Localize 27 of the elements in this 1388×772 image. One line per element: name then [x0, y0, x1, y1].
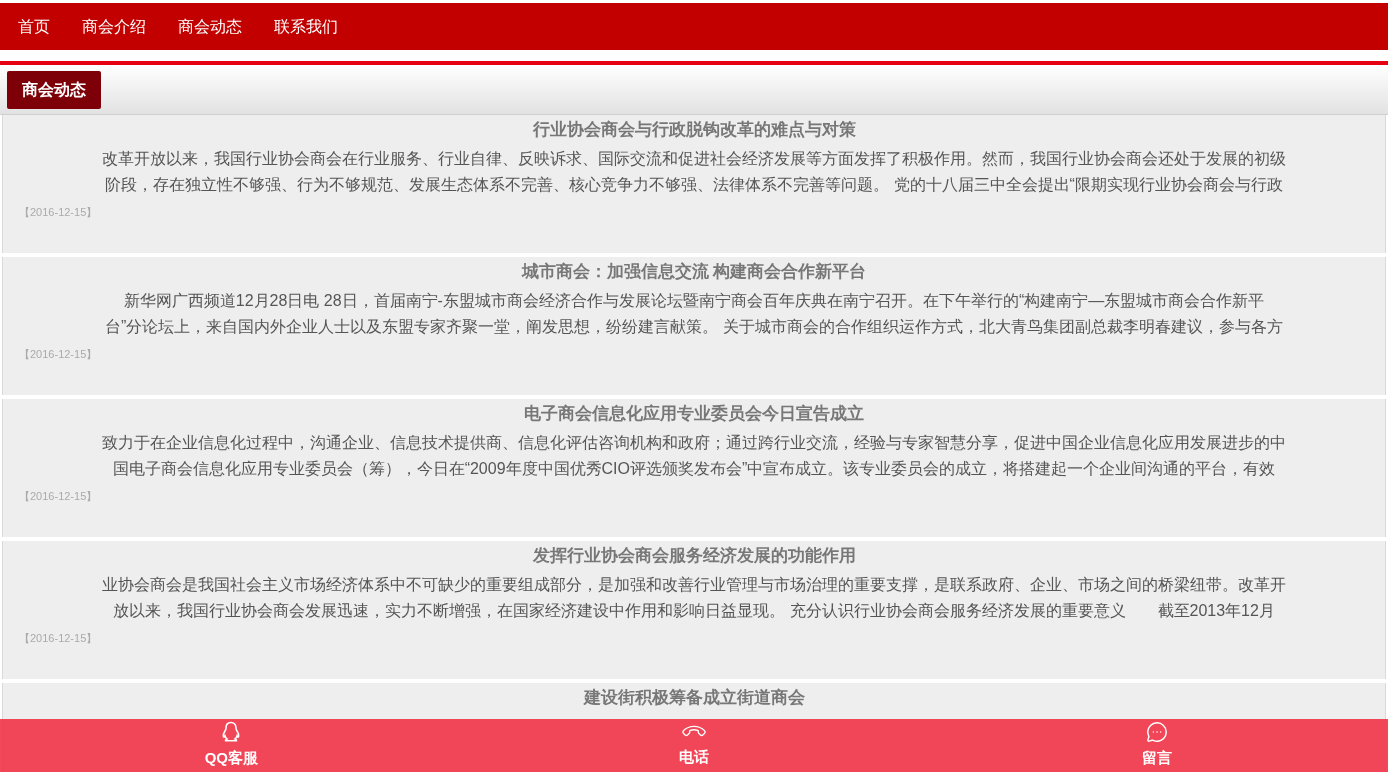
article-text: 改革开放以来，我国行业协会商会在行业服务、行业自律、反映诉求、国际交流和促进社会经济发展等方面发挥了积极作用。然而，我国行业协会商会还处于发展的初级	[101, 149, 1287, 169]
nav-link[interactable]: 首页	[18, 14, 50, 39]
nav-link[interactable]: 商会介绍	[82, 14, 146, 39]
article-text: 台”分论坛上，来自国内外企业人士以及东盟专家齐聚一堂，阐发思想，纷纷建言献策。 关于城市商会的合作组织运作方式，北大青鸟集团副总裁李明春建议，参与各方	[104, 317, 1284, 337]
article-date: 【2016-12-15】	[19, 631, 99, 646]
article-date: 【2016-12-15】	[19, 347, 99, 362]
section-title: 商会动态	[7, 70, 101, 109]
contact-button[interactable]: QQ客服	[0, 719, 463, 772]
article-title[interactable]: 行业协会商会与行政脱钩改革的难点与对策	[19, 118, 1369, 142]
article-text: 国电子商会信息化应用专业委员会（筹），今日在“2009年度中国优秀CIO评选颁奖发布会”中宣布成立。该专业委员会的成立，将搭建起一个企业间沟通的平台，有效	[111, 459, 1277, 479]
contact-button[interactable]: 电话	[462, 719, 926, 772]
article-text: 放以来，我国行业协会商会发展迅速，实力不断增强，在国家经济建设中作用和影响日益显现。 充分认识行业协会商会服务经济发展的重要意义 截至2013年12月	[112, 601, 1276, 621]
article-date: 【2016-12-15】	[19, 489, 99, 504]
article-text: 新华网广西频道12月28日电 28日，首届南宁-东盟城市商会经济合作与发展论坛暨南宁商会百年庆典在南宁召开。在下午举行的“构建南宁—东盟城市商会合作新平	[122, 291, 1266, 311]
nav-link[interactable]: 联系我们	[274, 14, 338, 39]
article-title[interactable]: 发挥行业协会商会服务经济发展的功能作用	[19, 544, 1369, 568]
article-date: 【2016-12-15】	[19, 205, 99, 220]
article-text: 致力于在企业信息化过程中，沟通企业、信息技术提供商、信息化评估咨询机构和政府；通过跨行业交流，经验与专家智慧分享，促进中国企业信息化应用发展进步的中	[101, 433, 1287, 453]
article-text: 业协会商会是我国社会主义市场经济体系中不可缺少的重要组成部分，是加强和改善行业管理与市场治理的重要支撑，是联系政府、企业、市场之间的桥梁纽带。改革开	[101, 575, 1287, 595]
article-title[interactable]: 城市商会：加强信息交流 构建商会合作新平台	[19, 260, 1369, 284]
chat-icon	[1145, 721, 1168, 744]
nav-link[interactable]: 商会动态	[178, 14, 242, 39]
penguin-icon	[221, 721, 242, 744]
article-title[interactable]: 建设街积极筹备成立街道商会	[19, 686, 1369, 710]
contact-button[interactable]: 留言	[925, 719, 1388, 772]
article-text: 阶段，存在独立性不够强、行为不够规范、发展生态体系不完善、核心竞争力不够强、法律体系不完善等问题。 党的十八届三中全会提出“限期实现行业协会商会与行政	[104, 175, 1284, 195]
article-title[interactable]: 电子商会信息化应用专业委员会今日宣告成立	[19, 402, 1369, 426]
